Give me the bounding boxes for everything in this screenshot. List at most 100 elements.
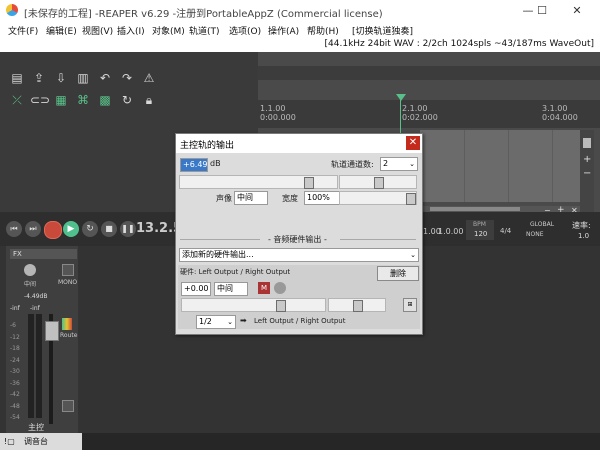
zoom-out-icon[interactable]: − (583, 168, 591, 179)
none-label: NONE (526, 231, 544, 238)
hw-pan-knob[interactable] (353, 300, 363, 312)
dock-icon[interactable]: !▢ (4, 437, 15, 446)
time-signature[interactable]: 4/4 (500, 227, 511, 235)
hw-channel-value: 1/2 (199, 317, 212, 326)
width-slider-knob[interactable] (406, 193, 416, 205)
vertical-scroll-thumb[interactable] (583, 138, 591, 148)
dropdown-arrow-icon: ⌄ (410, 251, 416, 259)
menu-edit[interactable]: 编辑(E) (46, 24, 77, 37)
repeat-button[interactable]: ↻ (82, 221, 98, 237)
undo-icon[interactable]: ↶ (96, 70, 114, 86)
timeline-ruler[interactable]: 1.1.00 0:00.000 2.1.00 0:02.000 3.1.00 0… (258, 100, 600, 128)
menu-item[interactable]: 对象(M) (152, 24, 185, 37)
grid-line (464, 130, 465, 202)
dialog-close-button[interactable]: ✕ (406, 136, 420, 150)
metronome-icon[interactable]: ⚠ (140, 70, 158, 86)
window-titlebar: [未保存的工程] -REAPER v6.29 -注册到PortableAppZ … (0, 0, 600, 22)
bpm-value[interactable]: 120 (474, 230, 487, 238)
add-hw-output-select[interactable]: 添加新的硬件输出... ⌄ (179, 248, 419, 262)
project-settings-icon[interactable]: ▥ (74, 70, 92, 86)
volume-fader-handle[interactable] (45, 321, 59, 341)
new-project-icon[interactable]: ▤ (8, 70, 26, 86)
reaper-logo-icon (6, 4, 18, 16)
zoom-in-icon[interactable]: + (583, 154, 591, 165)
ripple-edit-icon[interactable]: ⤫ (8, 92, 26, 108)
hw-volume-field[interactable]: +0.00 (181, 282, 211, 296)
menu-toggle-solo[interactable]: [切换轨道独奏] (352, 24, 413, 37)
mono-label: MONO (58, 279, 78, 286)
redo-icon[interactable]: ↷ (118, 70, 136, 86)
hw-volume-slider[interactable] (181, 298, 326, 312)
pause-button[interactable]: ❚❚ (120, 221, 136, 237)
pan-slider-knob[interactable] (374, 177, 384, 189)
timeline-top-strip (258, 66, 600, 80)
menu-bar: 文件(F) 编辑(E) 视图(V) 插入(I) 对象(M) 轨道(T) 选项(O… (0, 22, 600, 38)
channels-label: 轨道通道数: (331, 160, 374, 169)
width-label: 宽度 (282, 194, 298, 203)
playhead-marker[interactable] (396, 94, 406, 101)
pan-knob[interactable] (24, 264, 36, 276)
hw-mute-button[interactable]: M (258, 282, 270, 294)
master-channel-strip[interactable]: FX 中间 MONO -4.49dB -inf -inf -6 -12 -18 … (6, 246, 78, 436)
pan-slider-top[interactable] (339, 175, 417, 189)
snap-grid-icon[interactable]: ▦ (52, 92, 70, 108)
go-end-icon[interactable]: ⏭ (25, 221, 41, 237)
stop-button[interactable]: ■ (101, 221, 117, 237)
open-project-icon[interactable]: ⇪ (30, 70, 48, 86)
group-icon[interactable]: ⌘ (74, 92, 92, 108)
scale-tick: -36 (10, 379, 20, 387)
hw-pan-field[interactable]: 中间 (214, 282, 248, 296)
volume-field[interactable]: +6.49 (180, 158, 208, 172)
menu-insert[interactable]: 插入(I) (117, 24, 145, 37)
dialog-title: 主控轨的输出 (180, 141, 235, 151)
grid-line (508, 130, 509, 202)
lock-icon[interactable]: 🔒︎ (140, 92, 158, 108)
menu-help[interactable]: 帮助(H) (307, 24, 339, 37)
menu-track[interactable]: 轨道(T) (189, 24, 220, 37)
vertical-zoom-panel[interactable]: + − (580, 130, 594, 212)
loop-icon[interactable]: ⊂⊃ (30, 92, 50, 108)
route-icon[interactable] (62, 318, 72, 330)
channels-select[interactable]: 2 ⌄ (380, 157, 418, 171)
ruler-bar-label: 3.1.00 (542, 104, 568, 113)
dropdown-arrow-icon: ⌄ (409, 160, 415, 168)
hw-send-mode-icon[interactable]: ⊞ (403, 298, 417, 312)
hw-channel-select[interactable]: 1/2 ⌄ (196, 315, 236, 329)
mono-button[interactable] (62, 264, 74, 276)
volume-slider[interactable] (179, 175, 338, 189)
menu-options[interactable]: 选项(O) (229, 24, 261, 37)
scale-tick: -48 (10, 402, 20, 410)
volume-slider-knob[interactable] (304, 177, 314, 189)
menu-file[interactable]: 文件(F) (8, 24, 38, 37)
inf-right: -inf (30, 305, 40, 312)
save-project-icon[interactable]: ⇩ (52, 70, 70, 86)
fx-button[interactable]: FX (10, 249, 77, 259)
hw-output-label: 硬件: Left Output / Right Output (180, 268, 291, 276)
horizontal-scroll-thumb[interactable] (430, 207, 520, 211)
menu-actions[interactable]: 操作(A) (268, 24, 299, 37)
go-start-icon[interactable]: ⏮ (6, 221, 22, 237)
peak-readout: -4.49dB (24, 293, 48, 300)
delete-hw-output-button[interactable]: 删除 (377, 266, 419, 281)
auto-scroll-icon[interactable]: ↻ (118, 92, 136, 108)
global-automation[interactable]: GLOBAL NONE (520, 221, 554, 241)
menu-view[interactable]: 视图(V) (82, 24, 113, 37)
hw-phase-button[interactable] (274, 282, 286, 294)
hw-volume-knob[interactable] (276, 300, 286, 312)
master-track-lane[interactable] (420, 130, 580, 202)
selection-length[interactable]: 1.0.00 (438, 227, 463, 236)
record-button[interactable] (44, 221, 62, 239)
audio-info-bar: [44.1kHz 24bit WAV : 2/2ch 1024spls ~43/… (0, 38, 600, 52)
ruler-time-label: 0:02.000 (402, 113, 438, 122)
play-button[interactable]: ▶ (63, 221, 79, 237)
pan-field[interactable]: 中间 (234, 191, 268, 205)
env-button[interactable] (62, 400, 74, 412)
audio-device-info[interactable]: [44.1kHz 24bit WAV : 2/2ch 1024spls ~43/… (325, 39, 594, 49)
close-window-button[interactable]: ✕ (554, 2, 600, 20)
hw-pan-slider[interactable] (328, 298, 386, 312)
width-slider[interactable] (339, 191, 417, 205)
envelope-icon[interactable]: ▩ (96, 92, 114, 108)
tempo-box[interactable]: BPM 120 (466, 220, 494, 240)
width-field[interactable]: 100% (304, 191, 340, 205)
rate-value[interactable]: 1.0 (578, 232, 589, 240)
